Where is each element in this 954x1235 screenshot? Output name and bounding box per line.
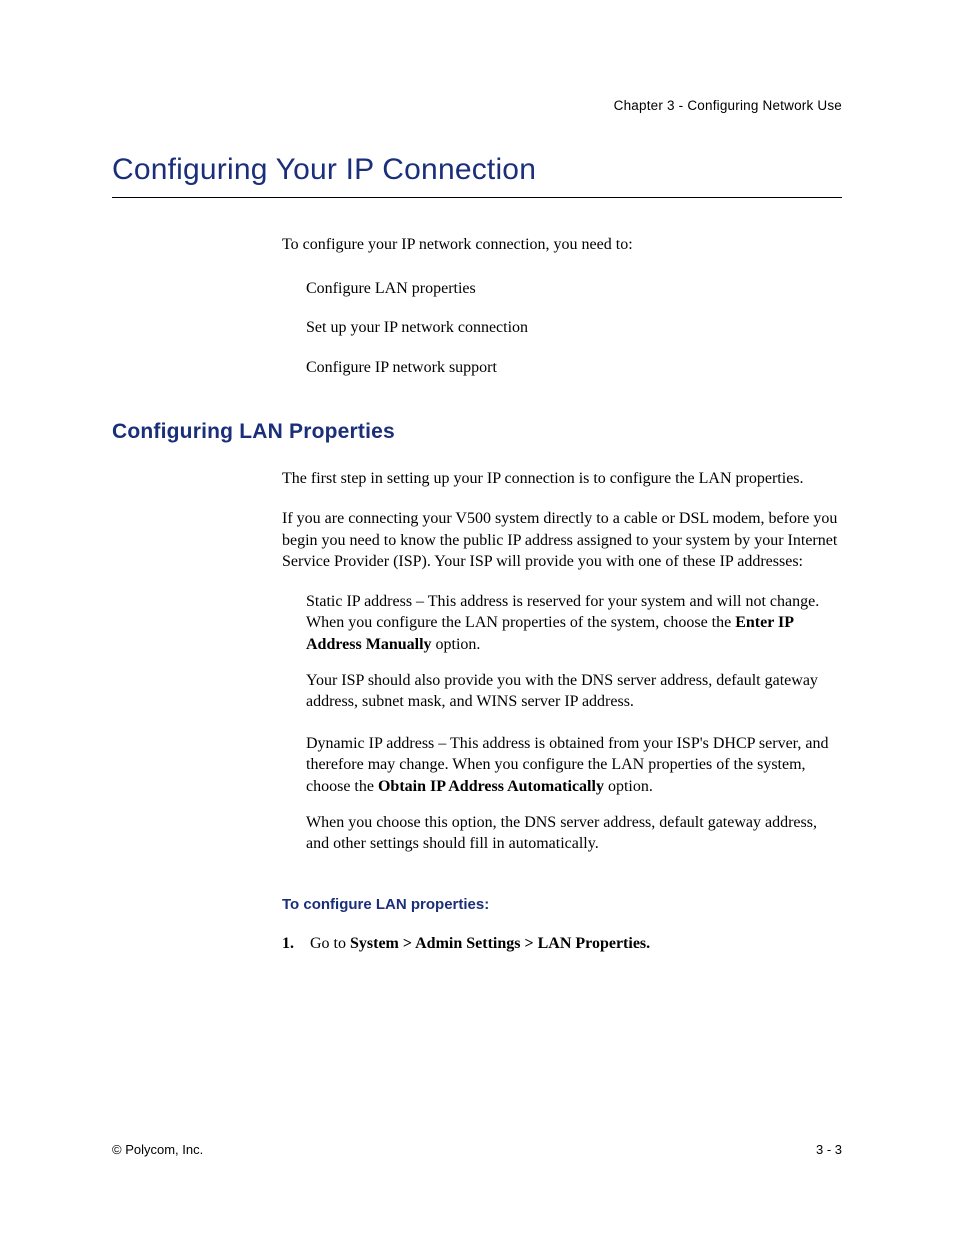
option-name: Obtain IP Address Automatically xyxy=(378,778,604,795)
document-page: Chapter 3 - Configuring Network Use Conf… xyxy=(0,0,954,1235)
page-footer: © Polycom, Inc. 3 - 3 xyxy=(112,1142,842,1157)
intro-list-item: Configure IP network support xyxy=(306,357,842,379)
copyright-text: © Polycom, Inc. xyxy=(112,1142,203,1157)
step-text: Go to System > Admin Settings > LAN Prop… xyxy=(310,933,650,955)
static-ip-para: Static IP address – This address is rese… xyxy=(306,591,842,656)
address-types-block: Static IP address – This address is rese… xyxy=(306,591,842,855)
static-ip-note: Your ISP should also provide you with th… xyxy=(306,670,842,713)
step-number: 1. xyxy=(282,933,310,955)
section-body: The first step in setting up your IP con… xyxy=(282,468,842,954)
chapter-header: Chapter 3 - Configuring Network Use xyxy=(112,98,842,113)
intro-list-item: Set up your IP network connection xyxy=(306,317,842,339)
dynamic-ip-note: When you choose this option, the DNS ser… xyxy=(306,812,842,855)
page-title: Configuring Your IP Connection xyxy=(112,153,842,198)
procedure-step: 1. Go to System > Admin Settings > LAN P… xyxy=(282,933,842,955)
intro-list-item: Configure LAN properties xyxy=(306,278,842,300)
paragraph: The first step in setting up your IP con… xyxy=(282,468,842,490)
paragraph: If you are connecting your V500 system d… xyxy=(282,508,842,573)
text: Go to xyxy=(310,935,350,952)
menu-path: System > Admin Settings > LAN Properties… xyxy=(350,935,650,952)
section-title: Configuring LAN Properties xyxy=(112,420,842,444)
text: option. xyxy=(604,778,653,795)
procedure-title: To configure LAN properties: xyxy=(282,895,842,915)
page-number: 3 - 3 xyxy=(816,1142,842,1157)
intro-text: To configure your IP network connection,… xyxy=(282,234,842,256)
text: option. xyxy=(432,636,481,653)
dynamic-ip-para: Dynamic IP address – This address is obt… xyxy=(306,733,842,798)
body-content: To configure your IP network connection,… xyxy=(282,234,842,378)
intro-list: Configure LAN properties Set up your IP … xyxy=(306,278,842,379)
